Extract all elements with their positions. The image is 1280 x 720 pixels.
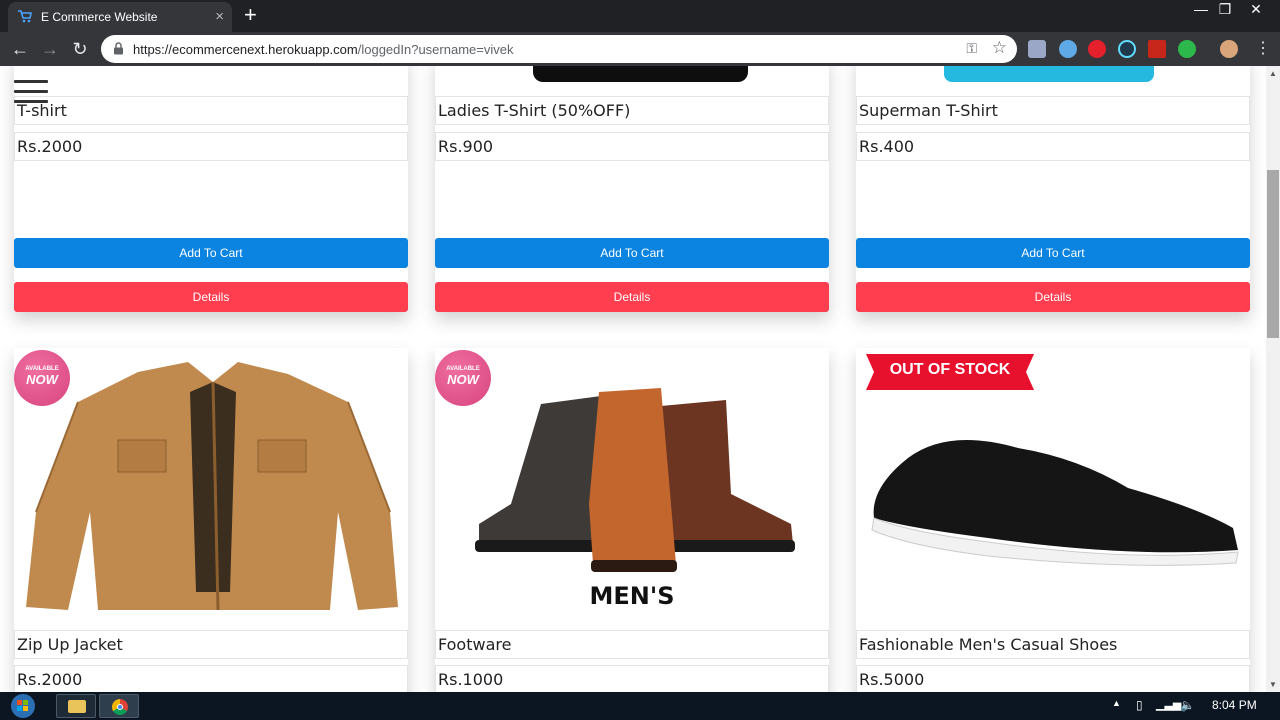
product-name: T-shirt	[14, 96, 408, 125]
scroll-up-arrow-icon[interactable]: ▲	[1269, 69, 1277, 78]
page-content: T-shirt Rs.2000 Add To Cart Details Ladi…	[0, 66, 1266, 692]
available-now-badge: AVAILABLE NOW	[14, 350, 70, 406]
clock[interactable]: 8:04 PM	[1212, 698, 1257, 712]
add-to-cart-button[interactable]: Add To Cart	[856, 238, 1250, 268]
close-window-button[interactable]: ✕	[1241, 0, 1271, 20]
product-price: Rs.2000	[14, 665, 408, 692]
extension-icon-2[interactable]	[1059, 40, 1077, 58]
shopping-cart-icon	[18, 10, 32, 23]
scrollbar-thumb[interactable]	[1267, 170, 1279, 338]
details-button[interactable]: Details	[435, 282, 829, 312]
available-now-badge: AVAILABLE NOW	[435, 350, 491, 406]
product-name: Fashionable Men's Casual Shoes	[856, 630, 1250, 659]
badge-main-text: NOW	[26, 372, 58, 387]
image-caption: MEN'S	[589, 582, 675, 610]
network-signal-icon[interactable]: ▁▃▅	[1156, 698, 1181, 711]
browser-tab[interactable]: E Commerce Website ×	[8, 2, 232, 32]
address-bar[interactable]: https://ecommercenext.herokuapp.com/logg…	[101, 35, 1017, 63]
chrome-taskbar-icon[interactable]	[99, 694, 139, 718]
back-arrow-icon[interactable]: ←	[9, 38, 31, 60]
volume-icon[interactable]: 🔈	[1180, 698, 1195, 712]
windows-start-icon[interactable]	[8, 692, 38, 720]
blue-tshirt-image	[944, 66, 1154, 82]
product-name: Ladies T-Shirt (50%OFF)	[435, 96, 829, 125]
menu-dots-icon[interactable]: ⋮	[1252, 38, 1274, 60]
black-tshirt-image	[533, 66, 748, 82]
browser-toolbar: ← → ↻ https://ecommercenext.herokuapp.co…	[0, 32, 1280, 66]
details-button[interactable]: Details	[14, 282, 408, 312]
add-to-cart-button[interactable]: Add To Cart	[435, 238, 829, 268]
scroll-down-arrow-icon[interactable]: ▼	[1269, 680, 1277, 689]
device-icon[interactable]: ▯	[1136, 698, 1143, 712]
url-path: /loggedIn?username=vivek	[357, 42, 514, 57]
reload-icon[interactable]: ↻	[69, 38, 91, 60]
boots-image	[475, 388, 795, 572]
react-devtools-icon[interactable]	[1118, 40, 1136, 58]
restore-button[interactable]: ❐	[1210, 0, 1240, 20]
new-tab-button[interactable]: +	[244, 3, 257, 27]
tab-close-icon[interactable]: ×	[215, 8, 224, 25]
url-host: https://ecommercenext.herokuapp.com	[133, 42, 358, 57]
out-of-stock-badge: OUT OF STOCK	[866, 354, 1034, 390]
product-price: Rs.400	[856, 132, 1250, 161]
url-text: https://ecommercenext.herokuapp.com/logg…	[133, 42, 513, 57]
hamburger-menu-icon[interactable]	[14, 80, 48, 108]
browser-tab-bar: E Commerce Website × + — ❐ ✕	[0, 0, 1280, 32]
badge-main-text: NOW	[447, 372, 479, 387]
check-extension-icon[interactable]	[1178, 40, 1196, 58]
windows-taskbar: ▲ ▯ ▁▃▅ 🔈 8:04 PM	[0, 692, 1280, 720]
product-price: Rs.1000	[435, 665, 829, 692]
product-price: Rs.2000	[14, 132, 408, 161]
product-name: Footware	[435, 630, 829, 659]
product-name: Zip Up Jacket	[14, 630, 408, 659]
file-explorer-icon[interactable]	[56, 694, 96, 718]
sneaker-image	[871, 440, 1239, 566]
jacket-image	[26, 362, 398, 611]
bookmark-star-icon[interactable]: ☆	[992, 38, 1007, 58]
tab-title: E Commerce Website	[41, 10, 158, 24]
shield-extension-icon[interactable]	[1028, 40, 1046, 58]
pdf-extension-icon[interactable]	[1148, 40, 1166, 58]
details-button[interactable]: Details	[856, 282, 1250, 312]
product-price: Rs.5000	[856, 665, 1250, 692]
page-scrollbar[interactable]: ▲ ▼	[1266, 66, 1280, 692]
out-of-stock-text: OUT OF STOCK	[889, 361, 1011, 378]
tray-expand-icon[interactable]: ▲	[1112, 698, 1121, 708]
add-to-cart-button[interactable]: Add To Cart	[14, 238, 408, 268]
profile-avatar[interactable]	[1220, 40, 1238, 58]
key-icon[interactable]: ⚿	[966, 40, 977, 57]
lock-icon	[114, 42, 123, 55]
product-name: Superman T-Shirt	[856, 96, 1250, 125]
forward-arrow-icon[interactable]: →	[39, 38, 61, 60]
extension-icon-3[interactable]	[1088, 40, 1106, 58]
product-price: Rs.900	[435, 132, 829, 161]
